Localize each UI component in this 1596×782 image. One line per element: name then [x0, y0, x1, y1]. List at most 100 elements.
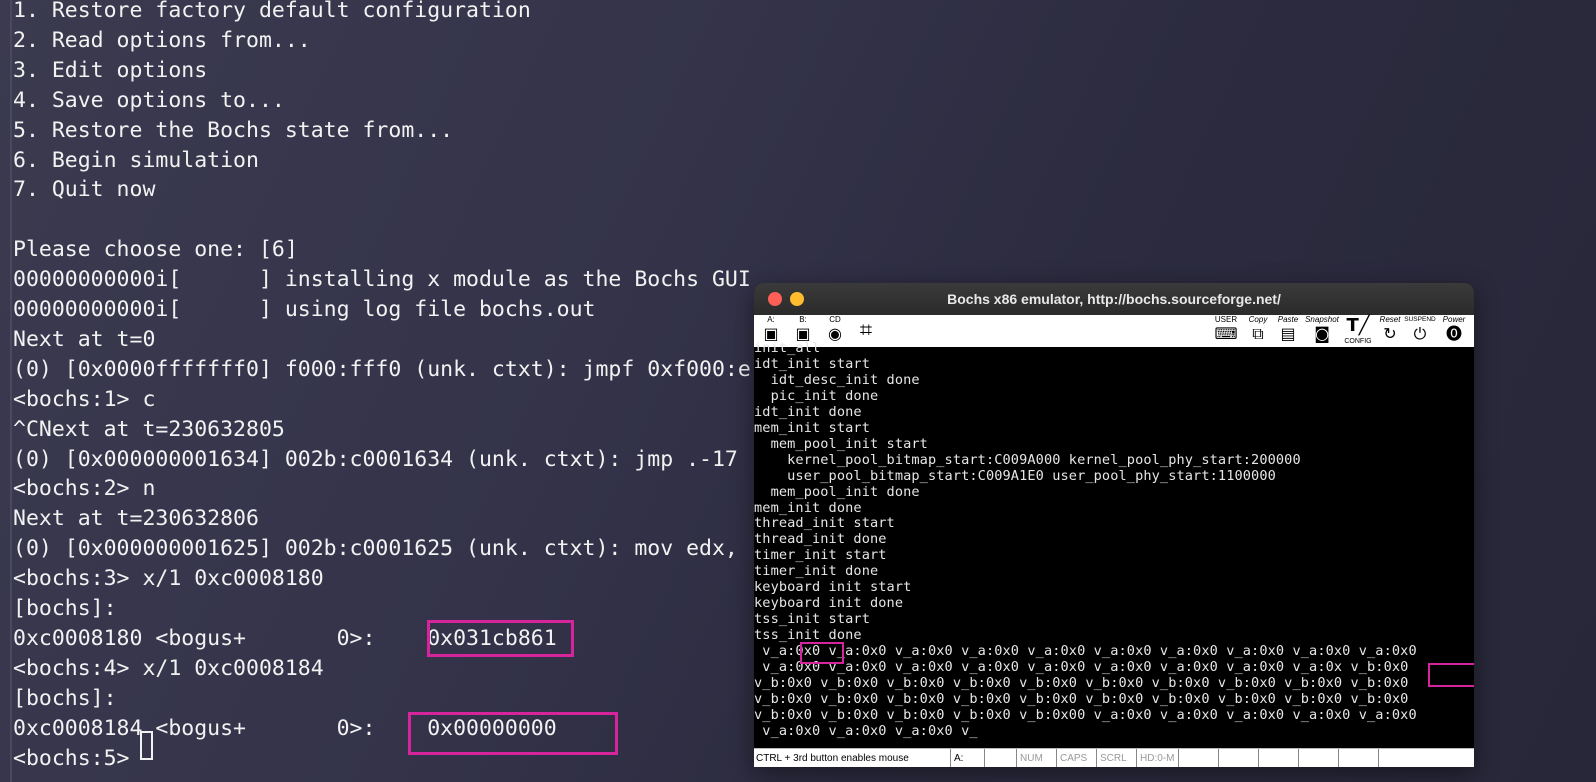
bochs-toolbar: A: ▣ B: ▣ CD ◉ ⌗ USER ⌨ Copy ⧉ Paste ▤ S… [754, 315, 1474, 347]
screen-line: kernel_pool_bitmap_start:C009A000 kernel… [754, 451, 1301, 468]
screen-line: keyboard init done [754, 595, 904, 612]
screen-line: mem_pool_init done [754, 483, 920, 500]
terminal-edge [10, 0, 12, 782]
screen-line: keyboard init start [754, 579, 912, 596]
terminal-line: 2. Read options from... [13, 27, 311, 53]
paste-icon: ▤ [1280, 324, 1296, 343]
screen-line: idt_init done [754, 403, 862, 420]
screen-line: timer_init done [754, 563, 879, 580]
terminal-line: Please choose one: [6] [13, 237, 298, 263]
mouse-button[interactable]: ⌗ [852, 315, 880, 347]
screen-line: timer_init start [754, 547, 887, 564]
screen-line: tss_init start [754, 611, 870, 628]
screen-line: mem_pool_init start [754, 435, 928, 452]
screen-line: mem_init done [754, 499, 862, 516]
bochs-titlebar[interactable]: Bochs x86 emulator, http://bochs.sourcef… [754, 283, 1474, 315]
cdrom-label: CD [829, 315, 841, 324]
terminal-line: [bochs]: [13, 685, 117, 711]
screen-line: v_a:0x0 v_a:0x0 v_a:0x0 v_ [754, 722, 978, 739]
copy-button[interactable]: Copy ⧉ [1244, 315, 1272, 347]
paste-label: Paste [1277, 315, 1299, 324]
terminal-line: <bochs:5> [13, 745, 143, 771]
terminal-line: 4. Save options to... [13, 87, 285, 113]
snapshot-label: Snapshot [1305, 315, 1339, 324]
terminal-line: <bochs:1> c [13, 386, 156, 412]
terminal-line: <bochs:4> x/1 0xc0008184 [13, 655, 324, 681]
status-blank-2 [1178, 749, 1218, 767]
floppy-a-label: A: [767, 315, 775, 324]
config-label: CONFIG [1344, 338, 1372, 345]
status-blank-6 [1338, 749, 1378, 767]
terminal-line: Next at t=0 [13, 326, 156, 352]
emulator-screen[interactable]: init_all idt_init start idt_desc_init don… [754, 340, 1474, 739]
terminal-line: 00000000000i[ ] using log file bochs.out [13, 297, 596, 322]
snapshot-button[interactable]: Snapshot ◙ [1304, 315, 1340, 347]
screen-line: user_pool_bitmap_start:C009A1E0 user_poo… [754, 467, 1276, 484]
terminal-line: Next at t=230632806 [13, 506, 259, 532]
camera-icon: ◙ [1314, 324, 1330, 343]
mouse-icon: ⌗ [859, 318, 873, 343]
status-drive-a: A: [950, 749, 984, 767]
suspend-label: SUSPEND [1404, 316, 1436, 323]
power-icon: ⓿ [1445, 324, 1462, 343]
screen-line: idt_desc_init done [754, 371, 920, 388]
screen-line: v_b:0x0 v_b:0x0 v_b:0x0 v_b:0x0 v_b:0x0 … [754, 690, 1409, 707]
terminal-line: 00000000000i[ ] installing x module as t… [13, 267, 751, 293]
screen-line: init_all [754, 340, 821, 356]
status-blank-7 [1378, 749, 1474, 767]
highlight-value-2 [408, 712, 618, 755]
terminal-cursor[interactable] [140, 731, 153, 760]
highlight-screen-2 [1428, 663, 1474, 687]
status-scrl: SCRL [1096, 749, 1136, 767]
window-title: Bochs x86 emulator, http://bochs.sourcef… [947, 291, 1281, 307]
screen-line: v_b:0x0 v_b:0x0 v_b:0x0 v_b:0x0 v_b:0x00… [754, 706, 1417, 723]
status-blank-4 [1258, 749, 1298, 767]
status-blank-1 [984, 749, 1016, 767]
terminal-line: (0) [0x000000001634] 002b:c0001634 (unk.… [13, 446, 738, 472]
cdrom-icon: ◉ [828, 324, 842, 343]
terminal-line: 6. Begin simulation [13, 147, 259, 173]
terminal-line: 7. Quit now [13, 177, 156, 203]
copy-label: Copy [1248, 315, 1268, 324]
status-hd: HD:0-M [1136, 749, 1178, 767]
terminal-line: <bochs:3> x/1 0xc0008180 [13, 566, 324, 592]
user-label: USER [1214, 315, 1238, 324]
config-icon: T╱ [1346, 315, 1370, 336]
screen-line: v_a:0x0 v_a:0x0 v_a:0x0 v_a:0x0 v_a:0x0 … [754, 643, 1417, 660]
paste-button[interactable]: Paste ▤ [1274, 315, 1302, 347]
screen-line: thread_init done [754, 531, 887, 548]
reset-button[interactable]: Reset ↻ [1374, 315, 1406, 347]
screen-line: thread_init start [754, 515, 895, 532]
screen-line: idt_init start [754, 355, 870, 372]
terminal-line: (0) [0x0000fffffff0] f000:fff0 (unk. ctx… [13, 356, 751, 382]
cdrom-button[interactable]: CD ◉ [822, 315, 848, 347]
terminal-line: (0) [0x000000001625] 002b:c0001625 (unk.… [13, 536, 738, 562]
highlight-value-1 [427, 620, 574, 657]
floppy-b-label: B: [799, 315, 807, 324]
screen-line: v_b:0x0 v_b:0x0 v_b:0x0 v_b:0x0 v_b:0x0 … [754, 674, 1409, 691]
terminal-line: ^CNext at t=230632805 [13, 416, 285, 442]
status-blank-5 [1298, 749, 1338, 767]
status-blank-3 [1218, 749, 1258, 767]
bochs-window[interactable]: Bochs x86 emulator, http://bochs.sourcef… [754, 283, 1474, 767]
keyboard-icon: ⌨ [1214, 324, 1238, 343]
bochs-statusbar: CTRL + 3rd button enables mouse A: NUM C… [754, 748, 1474, 767]
highlight-screen-1 [800, 642, 844, 664]
suspend-button[interactable]: SUSPEND ⏻ [1404, 315, 1436, 347]
copy-icon: ⧉ [1252, 324, 1264, 343]
screen-line: pic_init done [754, 387, 879, 404]
terminal-line: 1. Restore factory default configuration [13, 0, 531, 23]
power-label: Power [1442, 315, 1466, 324]
terminal-line: 5. Restore the Bochs state from... [13, 117, 454, 143]
config-button[interactable]: T╱ CONFIG [1340, 315, 1376, 347]
power-button[interactable]: Power ⓿ [1438, 315, 1470, 347]
user-button[interactable]: USER ⌨ [1210, 315, 1242, 347]
power-icon: ⏻ [1413, 324, 1427, 343]
terminal-line: [bochs]: [13, 596, 117, 621]
status-mouse-hint: CTRL + 3rd button enables mouse [756, 753, 909, 764]
reset-icon: ↻ [1383, 324, 1397, 343]
status-num: NUM [1016, 749, 1056, 767]
screen-line: mem_init start [754, 419, 870, 436]
terminal-line: <bochs:2> n [13, 476, 156, 502]
reset-label: Reset [1379, 315, 1401, 324]
